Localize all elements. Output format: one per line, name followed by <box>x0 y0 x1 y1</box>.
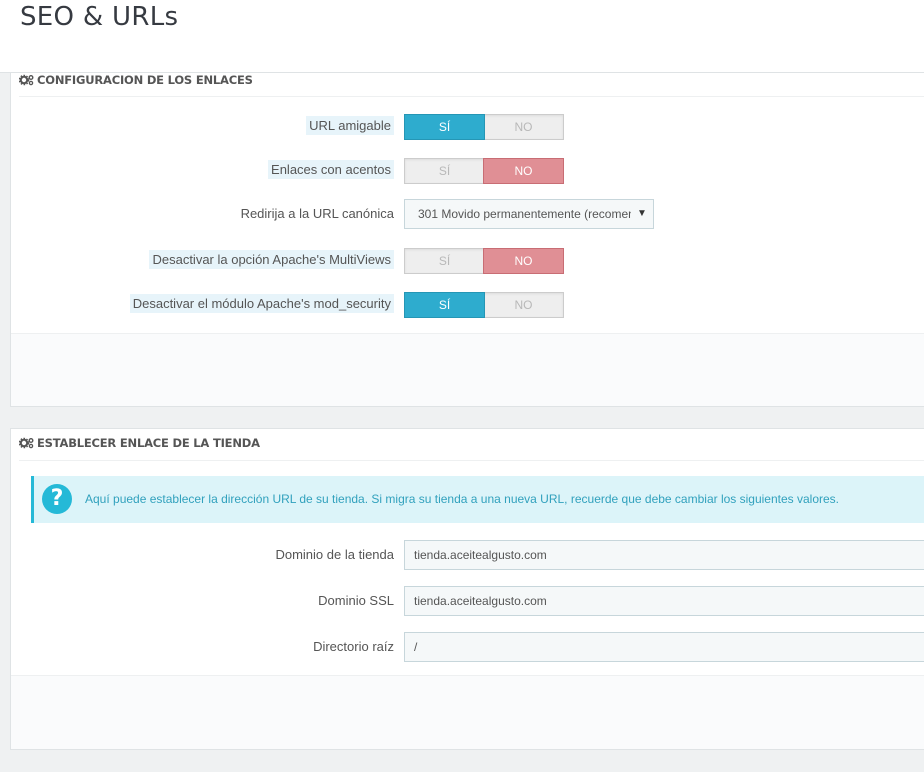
panel-footer <box>11 333 924 406</box>
canonical-redirect-select[interactable]: 301 Movido permanentemente (recomendado)… <box>404 199 654 229</box>
field-label: Dominio de la tienda <box>275 547 394 562</box>
page-header: SEO & URLs <box>0 0 924 73</box>
friendly-url-switch[interactable]: SÍ NO <box>404 114 564 140</box>
cogs-icon <box>18 431 35 460</box>
switch-no[interactable]: NO <box>484 115 563 139</box>
switch-yes[interactable]: SÍ <box>405 249 484 273</box>
panel-heading: ESTABLECER ENLACE DE LA TIENDA <box>18 429 924 461</box>
alert-text: Aquí puede establecer la dirección URL d… <box>85 492 840 506</box>
field-label: Dominio SSL <box>318 593 394 608</box>
switch-yes[interactable]: SÍ <box>405 159 484 183</box>
page-title: SEO & URLs <box>20 2 179 32</box>
panel-heading: CONFIGURACION DE LOS ENLACES <box>18 73 924 97</box>
info-alert: ? Aquí puede establecer la dirección URL… <box>31 476 924 523</box>
field-label: Directorio raíz <box>313 639 394 654</box>
multiviews-switch[interactable]: SÍ NO <box>404 248 564 274</box>
shop-domain-input[interactable]: tienda.aceitealgusto.com <box>404 540 924 570</box>
field-label: URL amigable <box>306 114 394 138</box>
accented-urls-switch[interactable]: SÍ NO <box>404 158 564 184</box>
caret-down-icon: ▼ <box>631 200 653 228</box>
mod-security-switch[interactable]: SÍ NO <box>404 292 564 318</box>
base-uri-input[interactable]: / <box>404 632 924 662</box>
field-label: Desactivar el módulo Apache's mod_securi… <box>129 292 394 316</box>
field-label: Enlaces con acentos <box>268 158 394 182</box>
select-value: 301 Movido permanentemente (recomendado) <box>418 207 654 221</box>
field-label: Desactivar la opción Apache's MultiViews <box>149 248 394 272</box>
switch-no[interactable]: NO <box>484 293 563 317</box>
field-label: Redirija a la URL canónica <box>240 206 394 221</box>
switch-yes[interactable]: SÍ <box>404 114 485 140</box>
panel-footer <box>11 675 924 749</box>
panel-heading-text: ESTABLECER ENLACE DE LA TIENDA <box>37 436 260 450</box>
switch-no[interactable]: NO <box>483 248 564 274</box>
question-circle-icon: ? <box>42 484 72 514</box>
panel-heading-text: CONFIGURACION DE LOS ENLACES <box>37 73 253 87</box>
switch-yes[interactable]: SÍ <box>404 292 485 318</box>
cogs-icon <box>18 74 35 89</box>
switch-no[interactable]: NO <box>483 158 564 184</box>
ssl-domain-input[interactable]: tienda.aceitealgusto.com <box>404 586 924 616</box>
